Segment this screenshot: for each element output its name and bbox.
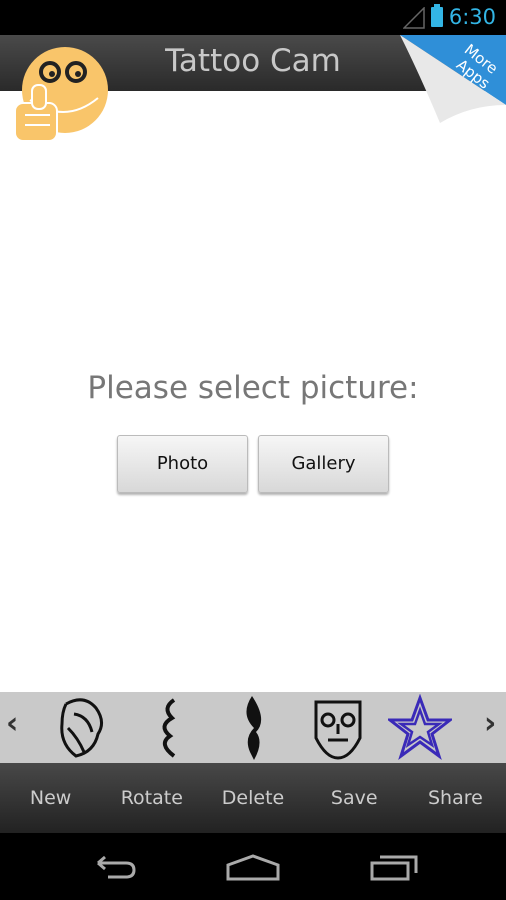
battery-icon (431, 4, 443, 27)
photo-button[interactable]: Photo (117, 435, 248, 493)
home-icon[interactable] (226, 853, 280, 883)
save-button[interactable]: Save (304, 763, 405, 833)
gallery-button[interactable]: Gallery (258, 435, 389, 493)
rotate-button[interactable]: Rotate (101, 763, 202, 833)
status-bar: 6:30 (0, 0, 506, 35)
share-button[interactable]: Share (405, 763, 506, 833)
recent-apps-icon[interactable] (370, 853, 420, 883)
smiley-thumbs-up-icon[interactable] (10, 45, 110, 145)
delete-button[interactable]: Delete (202, 763, 303, 833)
tattoo-dragon[interactable] (138, 694, 202, 760)
tattoo-tribal[interactable] (222, 694, 286, 760)
select-picture-prompt: Please select picture: (87, 370, 419, 406)
more-apps-button[interactable]: More Apps (400, 35, 506, 127)
chevron-right-icon[interactable]: › (484, 706, 496, 741)
tattoo-strip: ‹ › (0, 692, 506, 763)
tattoo-mask[interactable] (306, 694, 370, 760)
navigation-bar (0, 833, 506, 900)
signal-icon (403, 7, 425, 29)
bottom-toolbar: New Rotate Delete Save Share (0, 763, 506, 833)
back-icon[interactable] (88, 853, 138, 883)
new-button[interactable]: New (0, 763, 101, 833)
clock: 6:30 (448, 5, 496, 29)
tattoo-star[interactable] (388, 694, 452, 760)
tattoo-lion[interactable] (54, 694, 118, 760)
chevron-left-icon[interactable]: ‹ (6, 706, 18, 741)
